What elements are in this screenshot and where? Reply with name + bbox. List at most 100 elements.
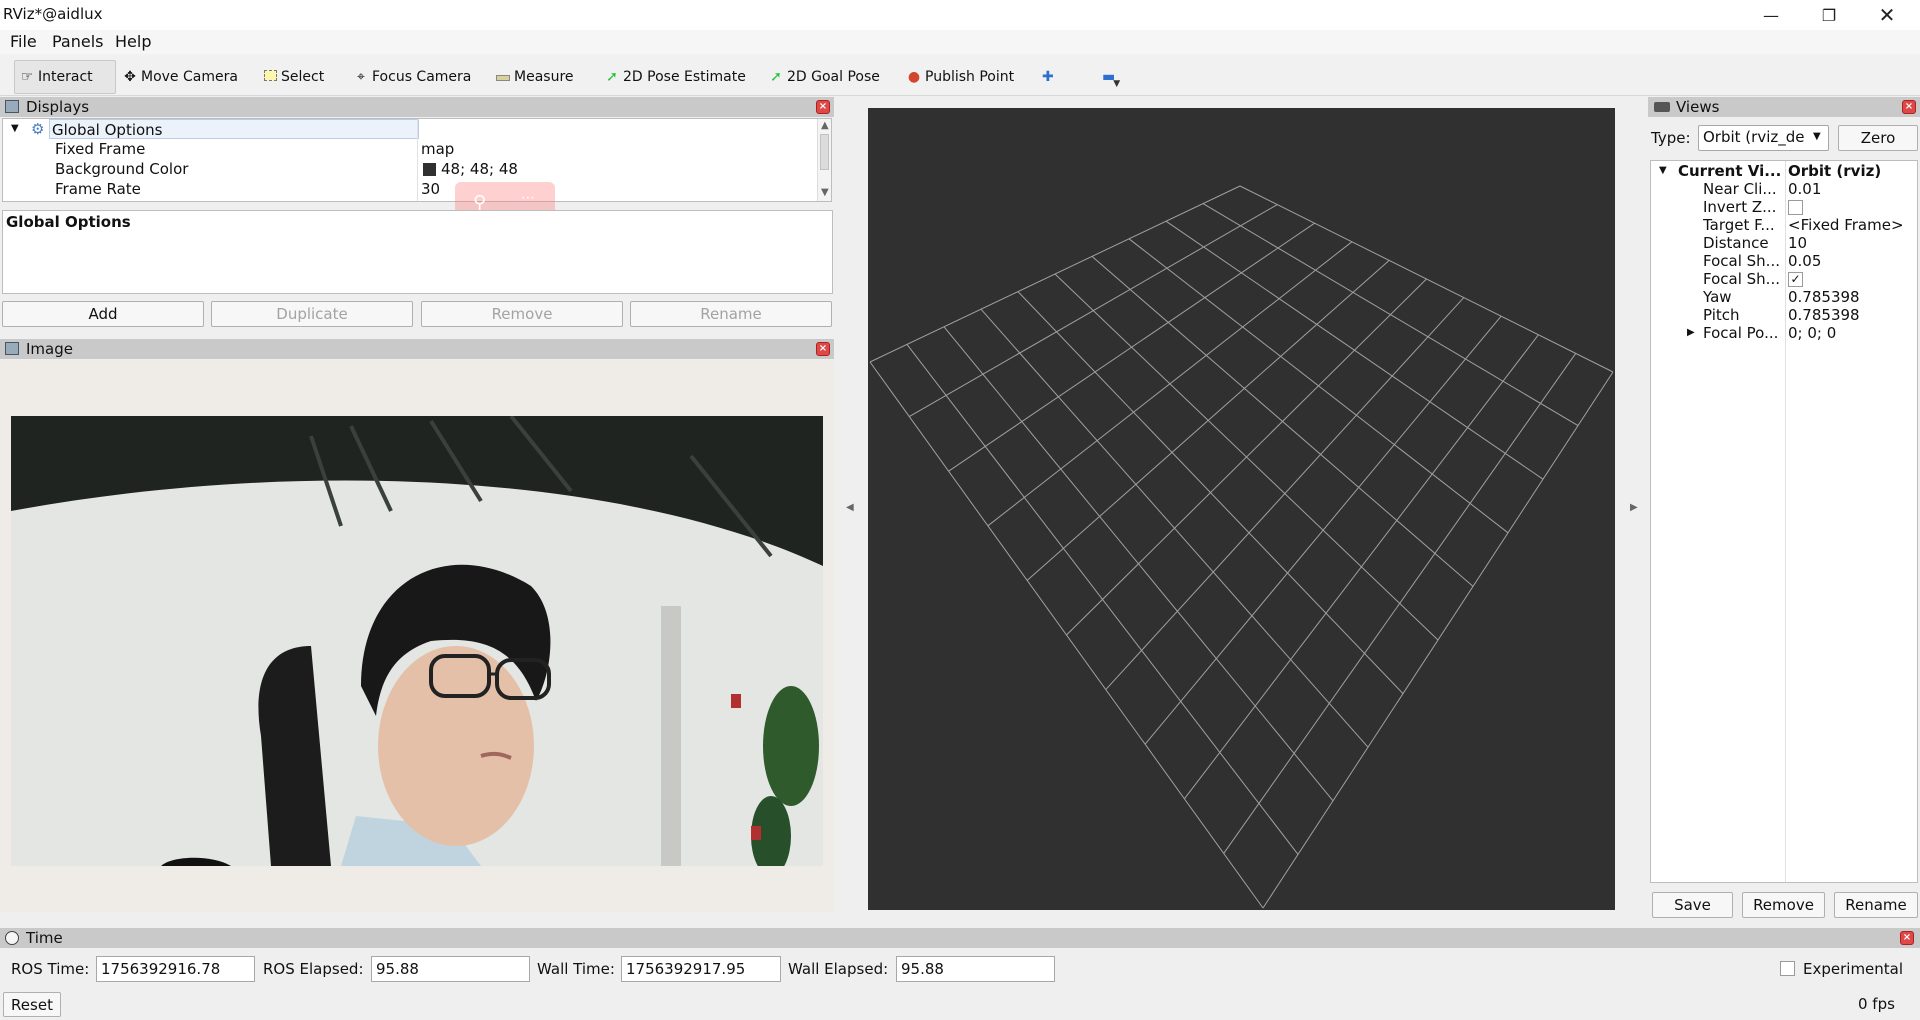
move-camera-label: Move Camera: [141, 69, 238, 85]
title-bar: RViz*@aidlux — ❐ ✕: [0, 0, 1920, 30]
display-description: Global Options: [2, 210, 833, 294]
dropdown-arrow-icon: ▼: [1113, 79, 1121, 89]
collapse-left-icon[interactable]: ◀: [846, 502, 854, 513]
crosshair-icon: ⌖: [357, 69, 365, 85]
focus-camera-label: Focus Camera: [372, 69, 472, 85]
zero-button[interactable]: Zero: [1838, 125, 1918, 151]
pose-estimate-label: 2D Pose Estimate: [623, 69, 746, 85]
measure-tool[interactable]: Measure: [491, 60, 578, 94]
collapse-right-icon[interactable]: ▶: [1630, 502, 1638, 513]
remove-display-button[interactable]: Remove: [421, 301, 623, 327]
interact-label: Interact: [38, 69, 93, 85]
save-view-button[interactable]: Save: [1652, 892, 1733, 918]
grid-line: [869, 361, 1264, 909]
duplicate-button[interactable]: Duplicate: [211, 301, 413, 327]
hand-icon: ☞: [20, 69, 34, 85]
monitor-icon: [5, 100, 19, 113]
displays-tree[interactable]: ▼ ⚙ Global Options Fixed Frame map Backg…: [2, 118, 832, 202]
ros-elapsed-field[interactable]: 95.88: [371, 956, 530, 982]
chevron-down-icon: ▼: [1813, 131, 1821, 142]
scrollbar[interactable]: ▲ ▼: [817, 119, 831, 201]
move-icon: ✥: [124, 69, 136, 85]
close-window-icon[interactable]: ✕: [1858, 0, 1916, 30]
invert-z-checkbox[interactable]: [1788, 200, 1803, 215]
focal-shape-checkbox[interactable]: ✓: [1788, 272, 1803, 287]
menu-panels[interactable]: Panels: [52, 30, 104, 54]
views-title: Views: [1676, 98, 1720, 116]
view-type-value: Orbit (rviz_de: [1703, 128, 1805, 146]
select-box-icon: [262, 69, 278, 85]
current-view-name: Current Vi...: [1678, 162, 1782, 180]
expand-arrow-icon[interactable]: ▼: [11, 119, 19, 139]
wall-elapsed-field[interactable]: 95.88: [896, 956, 1055, 982]
goal-pose-tool[interactable]: ➚ 2D Goal Pose: [764, 60, 884, 94]
close-panel-icon[interactable]: ×: [816, 342, 830, 356]
remove-view-button[interactable]: Remove: [1742, 892, 1825, 918]
image-icon: [5, 342, 19, 355]
wall-elapsed-label: Wall Elapsed:: [788, 960, 889, 978]
view-type-dropdown[interactable]: Orbit (rviz_de ▼: [1698, 125, 1829, 151]
publish-point-tool[interactable]: ● Publish Point: [902, 60, 1018, 94]
expand-arrow-icon[interactable]: ▼: [1659, 162, 1667, 180]
yaw-name: Yaw: [1703, 288, 1732, 306]
scroll-down-icon[interactable]: ▼: [821, 187, 829, 198]
focal-shape-size-value[interactable]: 0.05: [1788, 252, 1821, 270]
interact-tool[interactable]: ☞ Interact: [14, 60, 116, 94]
add-button[interactable]: Add: [2, 301, 204, 327]
clock-icon: [5, 931, 19, 945]
minimize-icon[interactable]: —: [1742, 0, 1800, 30]
focal-point-name: Focal Po...: [1703, 324, 1779, 342]
reset-button[interactable]: Reset: [3, 992, 61, 1017]
rename-view-button[interactable]: Rename: [1834, 892, 1918, 918]
grid-line: [1105, 297, 1465, 690]
scroll-up-icon[interactable]: ▲: [821, 120, 829, 131]
target-frame-name: Target F...: [1703, 216, 1775, 234]
displays-panel-header: Displays ×: [0, 97, 834, 117]
global-options-label[interactable]: Global Options: [49, 119, 419, 139]
color-swatch[interactable]: [423, 163, 436, 176]
focus-camera-tool[interactable]: ⌖ Focus Camera: [349, 60, 475, 94]
gear-icon: ⚙: [31, 120, 45, 138]
menu-file[interactable]: File: [10, 30, 37, 54]
remove-tool-button[interactable]: ▬ ▼: [1098, 60, 1124, 94]
focal-point-value[interactable]: 0; 0; 0: [1788, 324, 1836, 342]
restore-icon[interactable]: ❐: [1800, 0, 1858, 30]
views-tree[interactable]: ▼ Current Vi... Orbit (rviz) Near Cli...…: [1650, 160, 1918, 883]
image-panel-title: Image: [26, 340, 73, 358]
move-camera-tool[interactable]: ✥ Move Camera: [118, 60, 242, 94]
background-color-value[interactable]: 48; 48; 48: [441, 159, 518, 179]
distance-value[interactable]: 10: [1788, 234, 1807, 252]
distance-name: Distance: [1703, 234, 1769, 252]
select-tool[interactable]: Select: [258, 60, 328, 94]
pitch-value[interactable]: 0.785398: [1788, 306, 1860, 324]
grid-line: [943, 326, 1334, 802]
measure-label: Measure: [514, 69, 574, 85]
toolbar: ☞ Interact ✥ Move Camera Select ⌖ Focus …: [0, 54, 1920, 96]
close-panel-icon[interactable]: ×: [1900, 931, 1914, 945]
wall-time-field[interactable]: 1756392917.95: [621, 956, 781, 982]
close-panel-icon[interactable]: ×: [1902, 100, 1916, 114]
pitch-name: Pitch: [1703, 306, 1740, 324]
pose-estimate-tool[interactable]: ➚ 2D Pose Estimate: [600, 60, 750, 94]
frame-rate-value[interactable]: 30: [421, 179, 440, 199]
fps-readout: 0 fps: [1858, 995, 1895, 1013]
expand-arrow-icon[interactable]: ▶: [1687, 324, 1695, 342]
render-viewport[interactable]: [868, 108, 1615, 910]
add-tool-button[interactable]: ✚: [1038, 60, 1058, 94]
grid-line: [1262, 371, 1614, 909]
yaw-value[interactable]: 0.785398: [1788, 288, 1860, 306]
menu-help[interactable]: Help: [115, 30, 151, 54]
scrollbar-thumb[interactable]: [820, 134, 829, 170]
grid-line: [1054, 273, 1439, 641]
window-title: RViz*@aidlux: [3, 5, 103, 23]
target-frame-value[interactable]: <Fixed Frame>: [1788, 216, 1904, 234]
menu-bar: File Panels Help: [0, 30, 1920, 54]
rename-display-button[interactable]: Rename: [630, 301, 832, 327]
fixed-frame-value[interactable]: map: [421, 139, 454, 159]
ros-time-field[interactable]: 1756392916.78: [96, 956, 255, 982]
close-panel-icon[interactable]: ×: [816, 100, 830, 114]
ground-grid: [869, 185, 1614, 909]
near-clip-value[interactable]: 0.01: [1788, 180, 1821, 198]
experimental-checkbox[interactable]: [1780, 961, 1795, 976]
focal-shape-size-name: Focal Sh...: [1703, 252, 1780, 270]
